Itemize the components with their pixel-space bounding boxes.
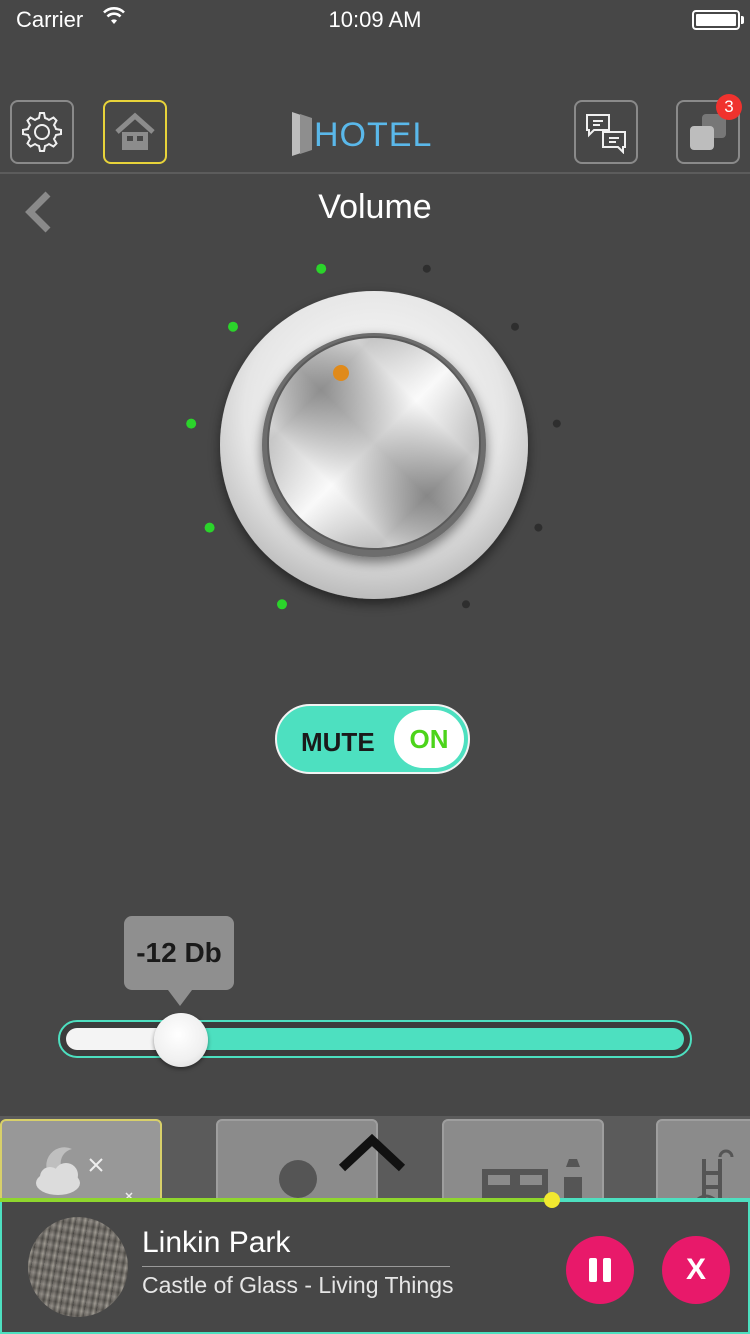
chevron-up-icon bbox=[338, 1133, 406, 1172]
messages-button[interactable] bbox=[574, 100, 638, 164]
knob-led-lit bbox=[204, 522, 215, 533]
night-scene-icon bbox=[36, 1147, 133, 1200]
chat-icon bbox=[586, 114, 626, 154]
scene-tile-bedroom[interactable] bbox=[442, 1119, 604, 1200]
home-icon bbox=[115, 112, 155, 150]
knob-indicator bbox=[333, 365, 349, 381]
slider-thumb[interactable] bbox=[154, 1013, 208, 1067]
knob-led-unlit bbox=[511, 322, 519, 331]
track-divider bbox=[142, 1266, 450, 1267]
volume-knob[interactable] bbox=[180, 240, 580, 640]
bedroom-scene-icon bbox=[482, 1159, 582, 1200]
volume-knob-graphic bbox=[186, 263, 561, 610]
top-bar: HOTEL 3 bbox=[0, 94, 750, 174]
playback-progress-fill bbox=[0, 1198, 552, 1202]
knob-led-lit bbox=[277, 599, 287, 610]
battery-tip bbox=[741, 16, 744, 24]
album-art bbox=[28, 1217, 128, 1317]
mute-state: ON bbox=[409, 723, 449, 754]
now-playing-bar: Linkin Park Castle of Glass - Living Thi… bbox=[0, 1200, 750, 1334]
scene-tile-pool[interactable] bbox=[656, 1119, 750, 1200]
logo-text: HOTEL bbox=[314, 116, 433, 154]
battery-icon bbox=[692, 10, 740, 30]
mute-toggle-knob: ON bbox=[394, 710, 464, 768]
logo-mark-icon bbox=[292, 112, 312, 156]
mute-toggle[interactable]: MUTE ON bbox=[275, 704, 470, 774]
pause-icon bbox=[589, 1258, 611, 1282]
close-player-button[interactable]: X bbox=[662, 1236, 730, 1304]
mute-label: MUTE bbox=[301, 727, 375, 757]
status-bar: Carrier 10:09 AM bbox=[0, 0, 750, 40]
settings-button[interactable] bbox=[10, 100, 74, 164]
hotel-logo: HOTEL bbox=[292, 112, 432, 156]
expand-scenes-button[interactable] bbox=[336, 1130, 408, 1179]
pool-scene-icon bbox=[697, 1149, 734, 1200]
gear-icon bbox=[22, 112, 62, 152]
pause-button[interactable] bbox=[566, 1236, 634, 1304]
close-label: X bbox=[685, 1253, 706, 1286]
knob-led-unlit bbox=[534, 523, 543, 532]
track-title: Castle of Glass - Living Things bbox=[142, 1272, 454, 1298]
notification-badge: 3 bbox=[716, 94, 742, 120]
knob-led-lit bbox=[186, 418, 197, 429]
knob-led-lit bbox=[228, 321, 238, 332]
home-button[interactable] bbox=[103, 100, 167, 164]
scene-tile-night[interactable] bbox=[0, 1119, 162, 1200]
slider-value-label: -12 Db bbox=[136, 937, 222, 968]
knob-led-unlit bbox=[422, 264, 431, 273]
status-time: 10:09 AM bbox=[328, 7, 422, 32]
apps-button[interactable]: 3 bbox=[676, 94, 742, 164]
knob-led-unlit bbox=[552, 419, 561, 428]
slider-value-tooltip: -12 Db bbox=[124, 916, 234, 1006]
artist-name: Linkin Park bbox=[142, 1226, 291, 1259]
knob-led-unlit bbox=[462, 600, 470, 609]
knob-led-lit bbox=[316, 263, 327, 274]
slider-track-fill bbox=[182, 1028, 684, 1050]
playback-progress-handle[interactable] bbox=[544, 1192, 560, 1208]
page-title: Volume bbox=[318, 188, 432, 226]
